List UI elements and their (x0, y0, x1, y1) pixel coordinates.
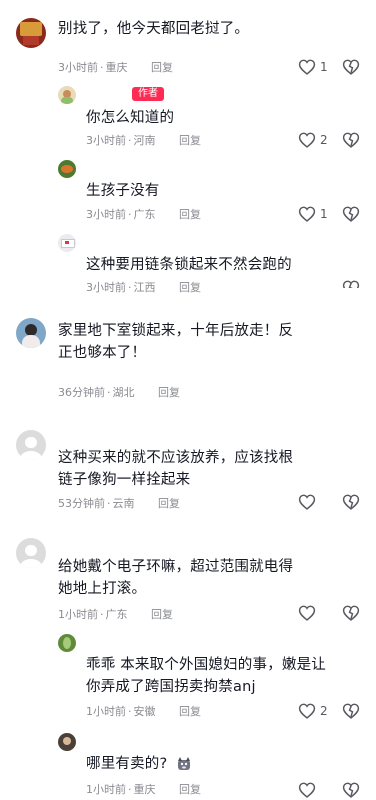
comment-text: 给她戴个电子环嘛，超过范围就电得她地上打滚。 (58, 559, 294, 597)
user-avatar[interactable] (58, 733, 76, 751)
user-avatar[interactable] (16, 18, 46, 48)
author-badge: 作者 (132, 87, 164, 101)
comment-location: 安徽 (133, 705, 156, 718)
user-avatar[interactable] (16, 538, 46, 568)
reply-button[interactable]: 回复 (179, 705, 201, 718)
comment-text: 生孩子没有 (86, 183, 160, 199)
dislike-icon (342, 280, 360, 288)
comment-text: 别找了，他今天都回老挝了。 (58, 21, 250, 37)
heart-icon (298, 703, 316, 719)
user-avatar[interactable] (58, 634, 76, 652)
comment-text: 这种买来的就不应该放养，应该找根链子像狗一样拴起来 (58, 450, 294, 488)
comment-meta: 1小时前 · 广东 回复 (58, 608, 173, 621)
comment-time: 53分钟前 (58, 497, 105, 510)
comment-location: 重庆 (105, 61, 128, 74)
user-avatar[interactable] (58, 160, 76, 178)
comment-time: 3小时前 (58, 61, 98, 74)
comment-location: 云南 (112, 497, 135, 510)
comment-meta: 3小时前 · 重庆 回复 (58, 61, 173, 74)
heart-icon (298, 132, 316, 148)
comment-meta: 1小时前 · 重庆 回复 (86, 783, 201, 796)
comment-meta: 53分钟前 · 云南 回复 (58, 497, 180, 510)
dislike-icon[interactable] (342, 782, 360, 798)
comment-location: 湖北 (112, 386, 135, 399)
dislike-icon[interactable] (342, 59, 360, 75)
reply-item: 哪里有卖的? 1小时前 · 重庆 回复 (0, 733, 376, 800)
heart-icon (298, 782, 316, 798)
reply-button[interactable]: 回复 (179, 783, 201, 796)
comment-meta: 1小时前 · 安徽 回复 (86, 705, 201, 718)
comment-item: 这种买来的就不应该放养，应该找根链子像狗一样拴起来 53分钟前 · 云南 回复 (0, 430, 376, 512)
dislike-icon[interactable] (342, 132, 360, 148)
dog-emoji-icon (178, 757, 191, 770)
comment-time: 3小时前 (86, 281, 126, 294)
reply-button[interactable]: 回复 (158, 386, 180, 399)
reply-button[interactable]: 回复 (179, 208, 201, 221)
heart-icon (298, 605, 316, 621)
comment-location: 河南 (133, 134, 156, 147)
comment-time: 3小时前 (86, 134, 126, 147)
heart-icon (298, 59, 316, 75)
dislike-icon[interactable] (342, 605, 360, 621)
comment-list: 别找了，他今天都回老挝了。 3小时前 · 重庆 回复 1 作者 你怎么知道的 3小时… (0, 0, 376, 800)
reply-button[interactable]: 回复 (179, 134, 201, 147)
reply-item: 生孩子没有 3小时前 · 广东 回复 1 (0, 160, 376, 228)
like-count: 2 (320, 704, 328, 718)
like-count: 2 (320, 133, 328, 147)
user-avatar[interactable] (16, 318, 46, 348)
dislike-button[interactable] (342, 280, 360, 288)
comment-item: 别找了，他今天都回老挝了。 3小时前 · 重庆 回复 1 (0, 18, 376, 80)
comment-item: 给她戴个电子环嘛，超过范围就电得她地上打滚。 1小时前 · 广东 回复 (0, 538, 376, 622)
heart-icon (298, 494, 316, 510)
comment-time: 1小时前 (58, 608, 98, 621)
comment-location: 广东 (105, 608, 128, 621)
comment-time: 1小时前 (86, 705, 126, 718)
reply-item: 作者 你怎么知道的 3小时前 · 河南 回复 2 (0, 86, 376, 154)
reply-button[interactable]: 回复 (158, 497, 180, 510)
comment-location: 重庆 (133, 783, 156, 796)
comment-meta: 3小时前 · 广东 回复 (86, 208, 201, 221)
dislike-icon[interactable] (342, 703, 360, 719)
comment-text-value: 哪里有卖的? (86, 756, 168, 772)
comment-location: 广东 (133, 208, 156, 221)
user-avatar[interactable] (16, 430, 46, 460)
like-count: 1 (320, 60, 328, 74)
comment-text: 你怎么知道的 (86, 110, 175, 126)
reply-button[interactable]: 回复 (179, 281, 201, 294)
comment-text: 哪里有卖的? (86, 753, 326, 775)
comment-item: 家里地下室锁起来，十年后放走！反正也够本了！ 36分钟前 · 湖北 回复 (0, 318, 376, 404)
comment-text: 家里地下室锁起来，十年后放走！反正也够本了！ (58, 323, 294, 361)
comment-meta: 3小时前 · 河南 回复 (86, 134, 201, 147)
reply-button[interactable]: 回复 (151, 61, 173, 74)
heart-icon (298, 206, 316, 222)
dislike-icon[interactable] (342, 206, 360, 222)
comment-time: 36分钟前 (58, 386, 105, 399)
comment-meta: 36分钟前 · 湖北 回复 (58, 386, 180, 399)
user-avatar[interactable] (58, 86, 76, 104)
comment-time: 3小时前 (86, 208, 126, 221)
comment-text: 这种要用链条锁起来不然会跑的 (86, 257, 292, 273)
comment-text: 乖乖 本来取个外国媳妇的事，嫩是让你弄成了跨国拐卖拘禁anj (86, 657, 327, 695)
comment-meta: 3小时前 · 江西 回复 (86, 281, 201, 294)
reply-item: 乖乖 本来取个外国媳妇的事，嫩是让你弄成了跨国拐卖拘禁anj 1小时前 · 安徽 回… (0, 634, 376, 726)
dislike-icon[interactable] (342, 494, 360, 510)
reply-item: 这种要用链条锁起来不然会跑的 3小时前 · 江西 回复 (0, 234, 376, 302)
user-avatar[interactable] (58, 234, 76, 252)
comment-time: 1小时前 (86, 783, 126, 796)
like-count: 1 (320, 207, 328, 221)
reply-button[interactable]: 回复 (151, 608, 173, 621)
comment-location: 江西 (133, 281, 156, 294)
